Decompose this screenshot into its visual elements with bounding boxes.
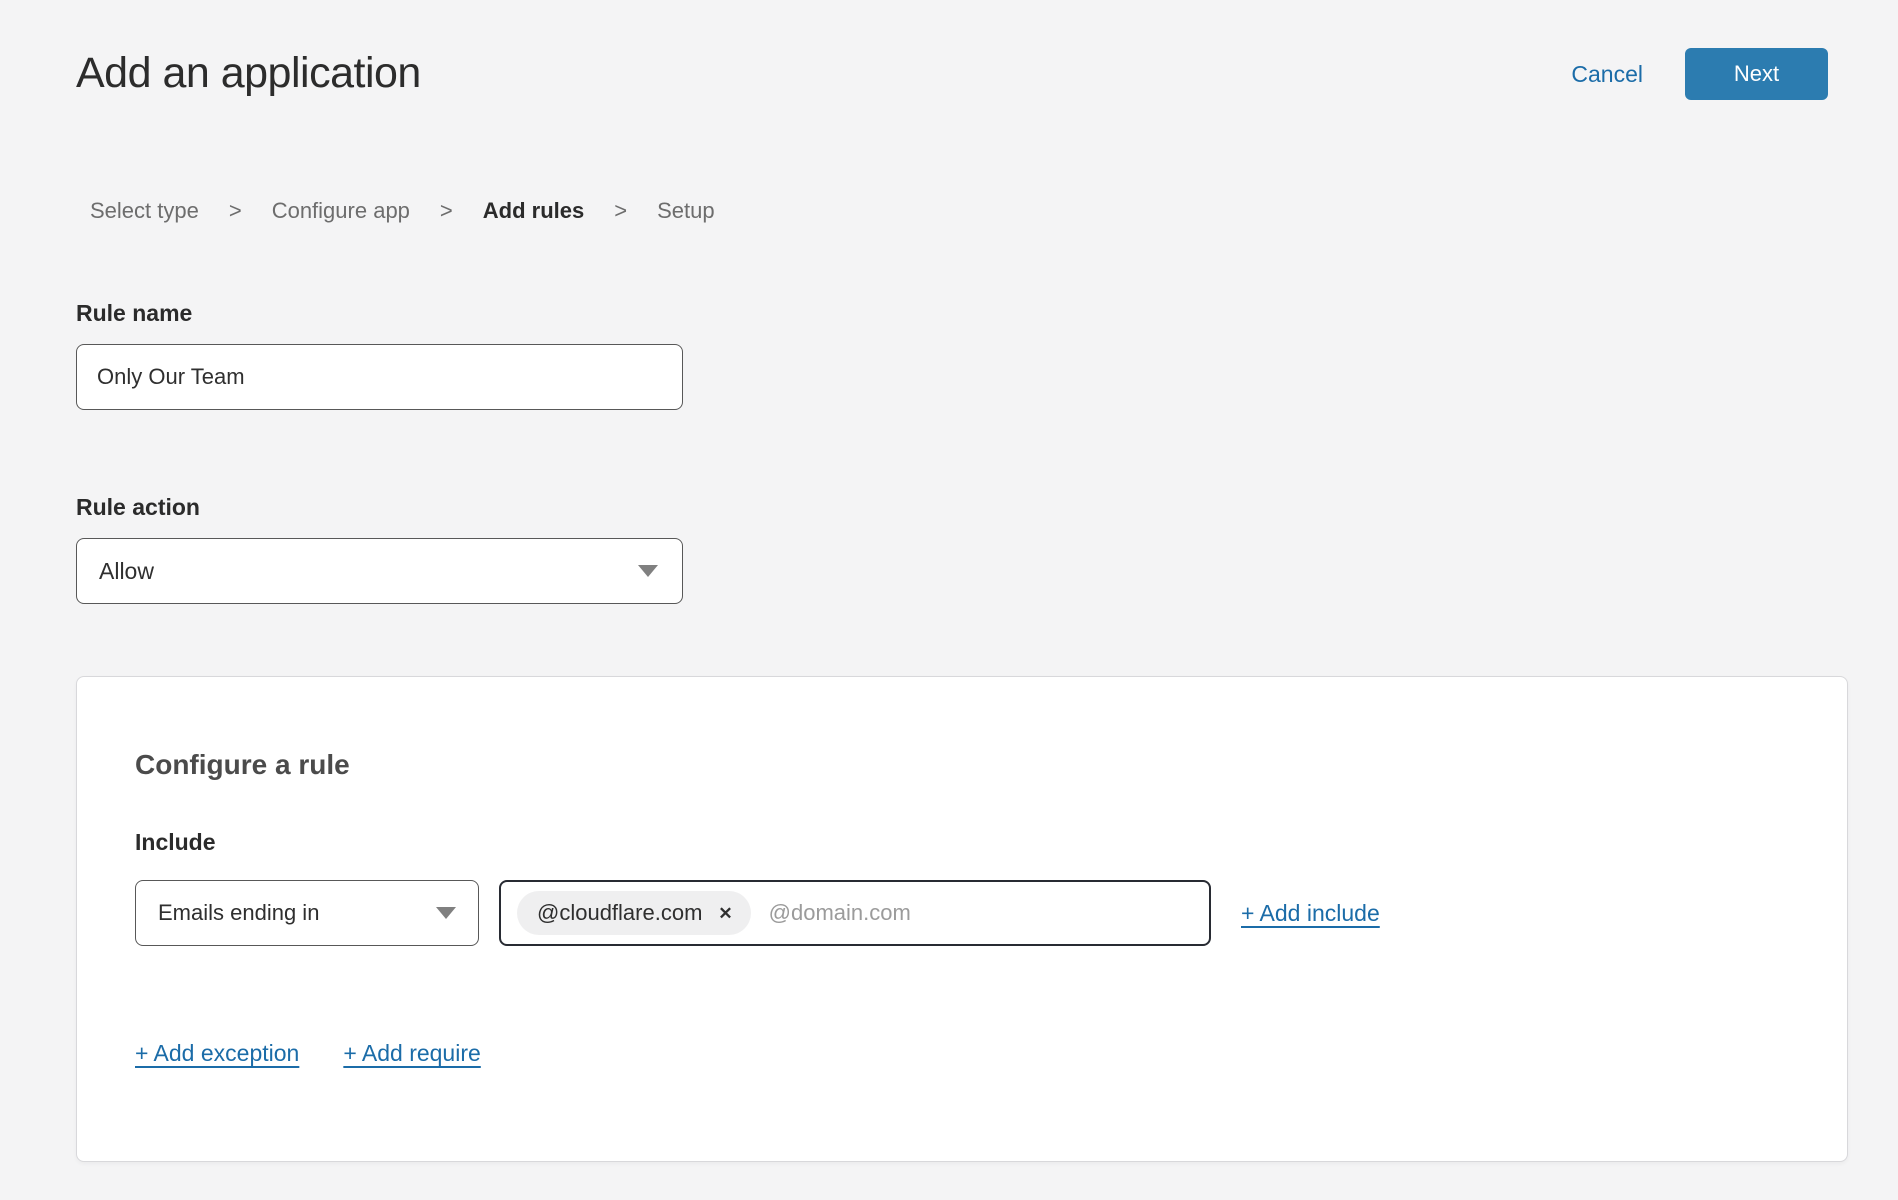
configure-rule-card: Configure a rule Include Emails ending i…: [76, 676, 1848, 1162]
rule-name-input[interactable]: [76, 344, 683, 410]
add-exception-link[interactable]: + Add exception: [135, 1040, 299, 1067]
breadcrumb-separator: >: [229, 198, 242, 224]
breadcrumb-separator: >: [440, 198, 453, 224]
include-rule-row: Emails ending in @cloudflare.com ✕ + Add…: [135, 880, 1789, 946]
rule-action-label: Rule action: [76, 494, 1898, 520]
breadcrumb-step-add-rules[interactable]: Add rules: [483, 198, 584, 224]
email-domains-tag-input[interactable]: @cloudflare.com ✕: [499, 880, 1211, 946]
page-header: Add an application Cancel Next: [0, 0, 1898, 102]
chevron-down-icon: [638, 565, 658, 577]
email-domain-chip: @cloudflare.com ✕: [517, 891, 751, 935]
chip-remove-icon[interactable]: ✕: [718, 905, 732, 922]
breadcrumb: Select type > Configure app > Add rules …: [90, 198, 1898, 224]
chevron-down-icon: [436, 907, 456, 919]
next-button[interactable]: Next: [1685, 48, 1828, 100]
include-selector-select[interactable]: Emails ending in: [135, 880, 479, 946]
add-require-link[interactable]: + Add require: [343, 1040, 480, 1067]
breadcrumb-step-configure-app[interactable]: Configure app: [272, 198, 410, 224]
page-title: Add an application: [76, 44, 421, 102]
breadcrumb-separator: >: [614, 198, 627, 224]
header-actions: Cancel Next: [1571, 48, 1828, 100]
breadcrumb-step-setup[interactable]: Setup: [657, 198, 715, 224]
add-application-page: Add an application Cancel Next Select ty…: [0, 0, 1898, 1200]
rule-action-selected-value: Allow: [99, 558, 154, 585]
add-include-link[interactable]: + Add include: [1241, 900, 1380, 927]
configure-rule-title: Configure a rule: [135, 749, 1789, 781]
email-domain-chip-label: @cloudflare.com: [537, 900, 702, 926]
include-label: Include: [135, 829, 1789, 856]
breadcrumb-step-select-type[interactable]: Select type: [90, 198, 199, 224]
cancel-button[interactable]: Cancel: [1571, 61, 1643, 88]
rule-action-select[interactable]: Allow: [76, 538, 683, 604]
include-selector-value: Emails ending in: [158, 900, 319, 926]
email-domain-text-input[interactable]: [767, 899, 1193, 927]
rule-name-label: Rule name: [76, 300, 1898, 326]
rule-card-links: + Add exception + Add require: [135, 1040, 1789, 1067]
